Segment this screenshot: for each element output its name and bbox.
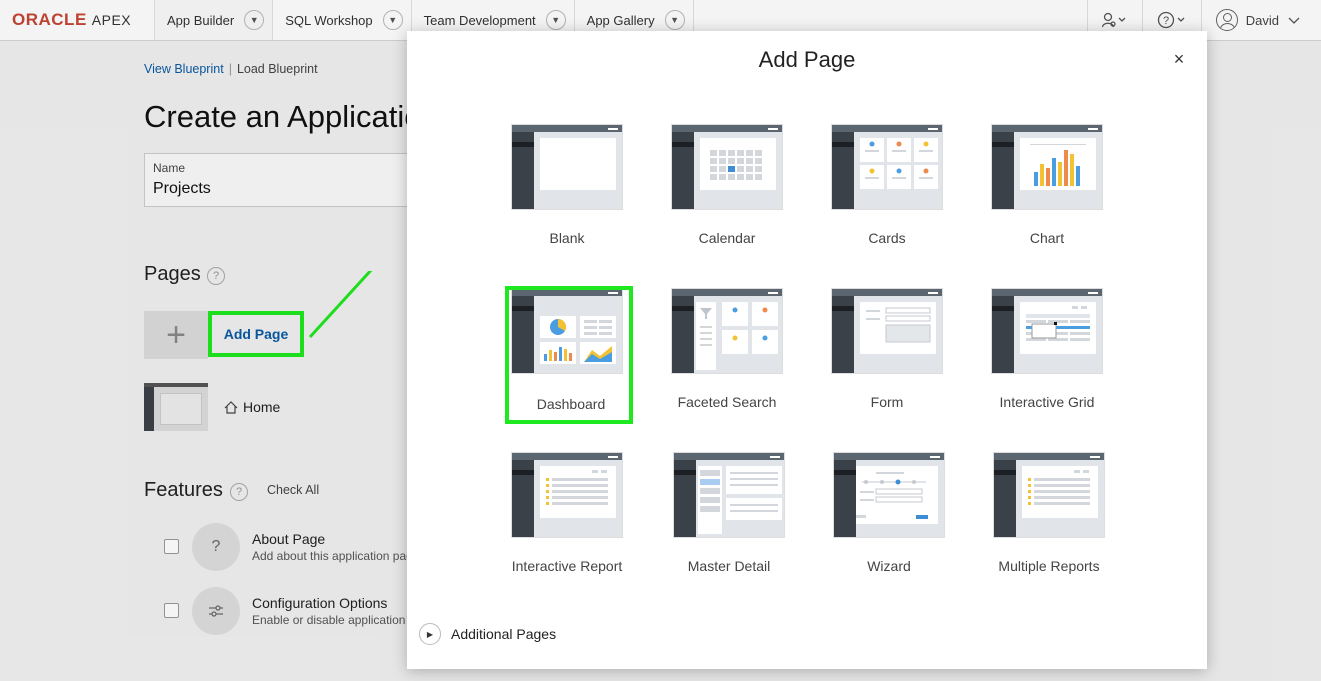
tab-sql-workshop[interactable]: SQL Workshop ▼ bbox=[273, 0, 412, 40]
features-heading: Features bbox=[144, 479, 223, 501]
tile-label: Blank bbox=[549, 230, 585, 246]
tile-label: Dashboard bbox=[536, 396, 606, 412]
chevron-down-icon[interactable]: ▼ bbox=[545, 10, 566, 30]
page-title: Create an Application bbox=[144, 99, 439, 134]
page-type-blank[interactable]: Blank bbox=[503, 124, 631, 260]
page-type-chart[interactable]: Chart bbox=[983, 124, 1111, 260]
chevron-down-icon bbox=[1288, 17, 1300, 24]
about-page-checkbox[interactable] bbox=[164, 539, 179, 554]
feature-title: About Page bbox=[252, 531, 326, 547]
tile-label: Interactive Grid bbox=[999, 394, 1095, 410]
add-page-link[interactable]: Add Page bbox=[208, 311, 304, 357]
page-type-form[interactable]: Form bbox=[823, 288, 951, 424]
tab-label: Team Development bbox=[423, 12, 536, 28]
tab-label: App Gallery bbox=[586, 12, 655, 28]
interactive-report-thumbnail bbox=[511, 452, 623, 538]
dialog-title: Add Page bbox=[758, 47, 856, 72]
tile-label: Cards bbox=[868, 230, 906, 246]
add-page-dialog: Add Page × Blank Calendar Cards Chart Da… bbox=[407, 31, 1207, 669]
avatar-icon bbox=[1215, 9, 1238, 31]
user-menu-button[interactable]: David bbox=[1200, 0, 1321, 40]
wizard-thumbnail bbox=[833, 452, 945, 538]
name-field[interactable]: Name Projects bbox=[144, 153, 414, 207]
apex-logo-text: APEX bbox=[91, 12, 132, 28]
oracle-logo-text: ORACLE bbox=[12, 10, 87, 29]
chevron-down-icon[interactable]: ▼ bbox=[664, 10, 685, 30]
load-blueprint-link[interactable]: Load Blueprint bbox=[237, 62, 318, 76]
tile-label: Interactive Report bbox=[511, 558, 623, 574]
page-type-interactive-grid[interactable]: Interactive Grid bbox=[983, 288, 1111, 424]
chevron-down-icon[interactable]: ▼ bbox=[382, 10, 403, 30]
svg-text:?: ? bbox=[1163, 15, 1169, 27]
additional-pages-label: Additional Pages bbox=[451, 626, 557, 642]
help-icon: ? bbox=[1157, 11, 1185, 29]
page-type-master-detail[interactable]: Master Detail bbox=[665, 452, 793, 588]
annotation-arrow-icon bbox=[308, 271, 373, 339]
page-type-calendar[interactable]: Calendar bbox=[663, 124, 791, 260]
tab-label: App Builder bbox=[167, 12, 235, 28]
thumbnail-body bbox=[160, 393, 202, 425]
name-field-label: Name bbox=[153, 161, 186, 175]
additional-pages-toggle[interactable]: ▶ Additional Pages bbox=[419, 623, 556, 645]
page-type-faceted-search[interactable]: Faceted Search bbox=[663, 288, 791, 424]
view-blueprint-link[interactable]: View Blueprint bbox=[144, 62, 224, 76]
play-icon: ▶ bbox=[419, 623, 441, 645]
blank-thumbnail bbox=[511, 124, 623, 210]
help-icon[interactable]: ? bbox=[230, 483, 248, 501]
configuration-options-checkbox[interactable] bbox=[164, 603, 179, 618]
calendar-thumbnail bbox=[671, 124, 783, 210]
feature-title: Configuration Options bbox=[252, 595, 388, 611]
feature-description: Add about this application page bbox=[252, 549, 420, 563]
user-name: David bbox=[1245, 12, 1279, 28]
dashboard-thumbnail bbox=[511, 288, 623, 374]
oracle-apex-logo[interactable]: ORACLE APEX bbox=[0, 0, 155, 40]
home-icon bbox=[224, 400, 238, 414]
sliders-icon bbox=[192, 587, 240, 635]
tile-label: Form bbox=[870, 394, 904, 410]
tile-label: Faceted Search bbox=[677, 394, 777, 410]
home-page-thumbnail[interactable] bbox=[144, 383, 208, 431]
tab-label: SQL Workshop bbox=[285, 12, 373, 28]
cards-thumbnail bbox=[831, 124, 943, 210]
user-settings-icon bbox=[1101, 12, 1126, 28]
tile-label: Wizard bbox=[867, 558, 911, 574]
question-icon: ? bbox=[192, 523, 240, 571]
home-page-label: Home bbox=[243, 399, 281, 415]
chevron-down-icon[interactable]: ▼ bbox=[244, 10, 265, 30]
blueprint-links: View Blueprint | Load Blueprint bbox=[144, 62, 318, 76]
close-icon[interactable]: × bbox=[1171, 50, 1187, 68]
page-type-cards[interactable]: Cards bbox=[823, 124, 951, 260]
pages-heading: Pages bbox=[144, 263, 201, 285]
page-type-dashboard[interactable]: Dashboard bbox=[505, 286, 635, 424]
tile-label: Multiple Reports bbox=[998, 558, 1100, 574]
tab-app-builder[interactable]: App Builder ▼ bbox=[155, 0, 274, 40]
check-all-link[interactable]: Check All bbox=[267, 483, 319, 497]
chart-thumbnail bbox=[991, 124, 1103, 210]
page-type-interactive-report[interactable]: Interactive Report bbox=[503, 452, 631, 588]
tile-label: Calendar bbox=[698, 230, 756, 246]
master-detail-thumbnail bbox=[673, 452, 785, 538]
form-thumbnail bbox=[831, 288, 943, 374]
page-type-wizard[interactable]: Wizard bbox=[825, 452, 953, 588]
help-icon[interactable]: ? bbox=[207, 267, 225, 285]
add-page-plus-button[interactable]: + bbox=[144, 311, 208, 359]
thumbnail-sidebar bbox=[144, 387, 154, 431]
home-page-item[interactable]: Home bbox=[224, 399, 280, 415]
link-separator: | bbox=[228, 62, 232, 76]
tile-label: Master Detail bbox=[687, 558, 771, 574]
multiple-reports-thumbnail bbox=[993, 452, 1105, 538]
name-field-value[interactable]: Projects bbox=[153, 180, 211, 198]
tile-label: Chart bbox=[1029, 230, 1065, 246]
interactive-grid-thumbnail bbox=[991, 288, 1103, 374]
page-type-multiple-reports[interactable]: Multiple Reports bbox=[985, 452, 1113, 588]
faceted-search-thumbnail bbox=[671, 288, 783, 374]
